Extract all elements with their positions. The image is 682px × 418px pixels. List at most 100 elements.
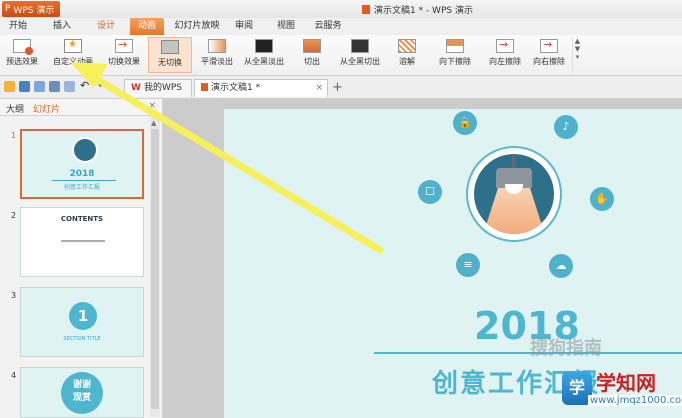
slide-number: 3 bbox=[11, 291, 17, 300]
preview-effect-button[interactable]: 预选效果 bbox=[2, 37, 42, 73]
preview-icon bbox=[13, 39, 33, 55]
ribbon: 预选效果 自定义动画 切换效果 无切换 平滑淡出 从全黑淡出 切出 从全黑切出 … bbox=[0, 35, 682, 76]
button-label: 从全黑淡出 bbox=[244, 57, 284, 66]
cloud-upload-icon: ☁ bbox=[549, 254, 573, 278]
wipe-left-button[interactable]: 向左擦除 bbox=[484, 37, 526, 73]
menu-bar: 开始 插入 设计 动画 幻灯片放映 审阅 视图 云服务 bbox=[0, 18, 682, 36]
lamp-cord bbox=[512, 154, 516, 168]
button-label: 向右擦除 bbox=[533, 57, 565, 66]
thumb-year: 2018 bbox=[69, 169, 95, 179]
watermark-text: 搜狗指南 bbox=[530, 338, 602, 359]
button-label: 向下擦除 bbox=[439, 57, 471, 66]
scroll-up-icon[interactable]: ▲ bbox=[151, 119, 156, 127]
tab-slideshow[interactable]: 幻灯片放映 bbox=[170, 18, 224, 35]
slide-number: 2 bbox=[11, 211, 17, 220]
dissolve-button[interactable]: 溶解 bbox=[390, 37, 424, 73]
switch-effect-icon bbox=[115, 38, 133, 53]
switch-effect-button[interactable]: 切换效果 bbox=[104, 37, 144, 73]
document-toolbar: ↶ ↷ W 我的WPS 演示文稿1 * × + bbox=[0, 76, 682, 99]
custom-animation-button[interactable]: 自定义动画 bbox=[48, 37, 98, 73]
tab-outline[interactable]: 大纲 bbox=[6, 102, 24, 115]
site-name: 学知网 bbox=[596, 371, 656, 395]
slide-thumbnail-4[interactable]: 谢谢 观赏 bbox=[20, 367, 144, 418]
app-menu-label: WPS 演示 bbox=[13, 5, 55, 16]
no-transition-button[interactable]: 无切换 bbox=[148, 37, 192, 73]
thumb-section-title: SECTION TITLE bbox=[63, 336, 101, 342]
document-icon bbox=[201, 83, 208, 91]
tab-label: 演示文稿1 * bbox=[211, 83, 261, 93]
thumb-subtitle: 创意工作汇报 bbox=[63, 184, 100, 191]
close-tab-icon[interactable]: × bbox=[315, 80, 323, 97]
no-transition-icon bbox=[161, 40, 179, 54]
fade-black-button[interactable]: 从全黑淡出 bbox=[240, 37, 288, 73]
undo-icon[interactable]: ↶ bbox=[80, 80, 91, 92]
wipe-right-icon bbox=[540, 38, 558, 53]
scrollbar-thumb[interactable] bbox=[151, 129, 159, 409]
thumb-divider bbox=[52, 180, 116, 181]
wipe-left-icon bbox=[496, 38, 514, 53]
slide-thumbnail-2[interactable]: CONTENTS bbox=[20, 207, 144, 277]
chat-icon: ☐ bbox=[418, 180, 442, 204]
site-url: www.jmqz1000.com bbox=[588, 395, 682, 406]
save-icon[interactable] bbox=[19, 81, 30, 92]
tab-review[interactable]: 审阅 bbox=[230, 18, 258, 35]
fade-smooth-icon bbox=[208, 39, 226, 53]
fade-smooth-button[interactable]: 平滑淡出 bbox=[196, 37, 238, 73]
button-label: 无切换 bbox=[158, 58, 182, 67]
lamp-circle bbox=[72, 137, 98, 163]
cut-black-icon bbox=[351, 39, 369, 53]
print-icon[interactable] bbox=[49, 81, 60, 92]
window-title: 演示文稿1 * - WPS 演示 bbox=[362, 3, 473, 16]
light-beam bbox=[482, 188, 546, 234]
section-number: 1 bbox=[69, 302, 97, 330]
wipe-down-button[interactable]: 向下擦除 bbox=[434, 37, 476, 73]
export-icon[interactable] bbox=[34, 81, 45, 92]
slide-thumbnail-1[interactable]: 2018 创意工作汇报 bbox=[20, 129, 144, 199]
slide-panel-header: 大纲 幻灯片 × bbox=[0, 99, 162, 116]
redo-icon[interactable]: ↷ bbox=[94, 80, 105, 92]
slide-divider bbox=[374, 352, 682, 354]
thanks-circle: 谢谢 观赏 bbox=[61, 372, 103, 414]
slide-thumbnail-3[interactable]: 1 SECTION TITLE bbox=[20, 287, 144, 357]
tab-design[interactable]: 设计 bbox=[92, 18, 120, 35]
tab-home[interactable]: 开始 bbox=[4, 18, 32, 35]
tab-animation[interactable]: 动画 bbox=[130, 18, 164, 35]
cut-icon bbox=[303, 39, 321, 53]
tab-slides[interactable]: 幻灯片 bbox=[33, 102, 60, 115]
button-label: 切出 bbox=[304, 57, 320, 66]
button-label: 切换效果 bbox=[108, 57, 140, 66]
tab-view[interactable]: 视图 bbox=[272, 18, 300, 35]
button-label: 从全黑切出 bbox=[340, 57, 380, 66]
cut-black-button[interactable]: 从全黑切出 bbox=[336, 37, 384, 73]
add-tab-button[interactable]: + bbox=[332, 80, 343, 95]
button-label: 向左擦除 bbox=[489, 57, 521, 66]
document-icon bbox=[362, 5, 370, 14]
thumb-heading: CONTENTS bbox=[60, 215, 104, 223]
ribbon-scroll-control[interactable]: ▲ ▼ ▾ bbox=[572, 37, 582, 73]
slide-panel: 大纲 幻灯片 × 1 2018 创意工作汇报 2 CONTENTS 3 1 SE… bbox=[0, 99, 163, 418]
tab-insert[interactable]: 插入 bbox=[48, 18, 76, 35]
open-folder-icon[interactable] bbox=[4, 81, 15, 92]
lock-icon: 🔒 bbox=[453, 111, 477, 135]
wipe-down-icon bbox=[446, 39, 464, 53]
slide-panel-scrollbar[interactable]: ▲ bbox=[150, 117, 160, 417]
app-menu-button[interactable]: P WPS 演示 bbox=[2, 1, 60, 17]
button-label: 预选效果 bbox=[6, 57, 38, 66]
dissolve-icon bbox=[398, 39, 416, 53]
tab-label: 我的WPS bbox=[143, 83, 182, 93]
tab-my-wps[interactable]: W 我的WPS bbox=[124, 79, 192, 97]
wipe-right-button[interactable]: 向右擦除 bbox=[528, 37, 570, 73]
slide-number: 4 bbox=[11, 371, 17, 380]
tab-cloud-service[interactable]: 云服务 bbox=[310, 18, 346, 35]
print-preview-icon[interactable] bbox=[64, 81, 75, 92]
window-title-text: 演示文稿1 * - WPS 演示 bbox=[374, 6, 473, 16]
button-label: 自定义动画 bbox=[53, 57, 93, 66]
custom-animation-icon bbox=[64, 39, 82, 53]
title-bar: P WPS 演示 演示文稿1 * - WPS 演示 bbox=[0, 0, 682, 19]
slide-number: 1 bbox=[11, 131, 17, 140]
fade-black-icon bbox=[255, 39, 273, 53]
cut-button[interactable]: 切出 bbox=[294, 37, 330, 73]
close-panel-icon[interactable]: × bbox=[148, 101, 156, 111]
tab-presentation-1[interactable]: 演示文稿1 * × bbox=[194, 79, 328, 97]
handshake-icon: ✋ bbox=[590, 187, 614, 211]
